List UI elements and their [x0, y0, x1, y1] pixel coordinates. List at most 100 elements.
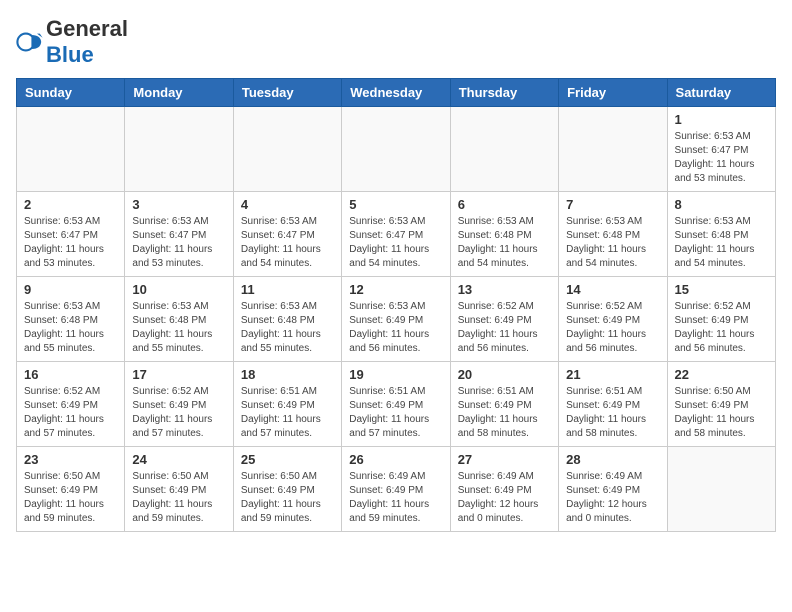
day-header-wednesday: Wednesday [342, 79, 450, 107]
day-info: Sunrise: 6:51 AMSunset: 6:49 PMDaylight:… [458, 385, 551, 441]
day-number: 5 [349, 197, 442, 212]
calendar-table: SundayMondayTuesdayWednesdayThursdayFrid… [16, 78, 776, 532]
day-info: Sunrise: 6:53 AMSunset: 6:47 PMDaylight:… [132, 215, 225, 271]
calendar-cell: 25Sunrise: 6:50 AMSunset: 6:49 PMDayligh… [233, 447, 341, 532]
calendar-week-3: 9 Sunrise: 6:53 AMSunset: 6:48 PMDaylight… [17, 277, 776, 362]
day-number: 1 [675, 112, 768, 127]
calendar-cell: 5 Sunrise: 6:53 AMSunset: 6:47 PMDaylight… [342, 192, 450, 277]
logo-text-blue: Blue [46, 42, 94, 67]
day-number: 10 [132, 282, 225, 297]
day-info: Sunrise: 6:52 AMSunset: 6:49 PMDaylight:… [458, 300, 551, 356]
day-info: Sunrise: 6:53 AMSunset: 6:47 PMDaylight:… [241, 215, 334, 271]
day-number: 19 [349, 367, 442, 382]
calendar-cell: 13 Sunrise: 6:52 AMSunset: 6:49 PMDayligh… [450, 277, 558, 362]
logo-icon [16, 28, 44, 56]
day-number: 28 [566, 452, 659, 467]
day-header-monday: Monday [125, 79, 233, 107]
day-number: 20 [458, 367, 551, 382]
calendar-cell: 6 Sunrise: 6:53 AMSunset: 6:48 PMDaylight… [450, 192, 558, 277]
day-header-thursday: Thursday [450, 79, 558, 107]
logo: General Blue [16, 16, 128, 68]
day-info: Sunrise: 6:53 AMSunset: 6:48 PMDaylight:… [566, 215, 659, 271]
calendar-cell: 22 Sunrise: 6:50 AMSunset: 6:49 PMDayligh… [667, 362, 775, 447]
day-info: Sunrise: 6:53 AMSunset: 6:48 PMDaylight:… [241, 300, 334, 356]
day-number: 2 [24, 197, 117, 212]
day-info: Sunrise: 6:49 AMSunset: 6:49 PMDaylight:… [349, 470, 442, 526]
calendar-cell [342, 107, 450, 192]
day-number: 7 [566, 197, 659, 212]
day-number: 16 [24, 367, 117, 382]
day-number: 14 [566, 282, 659, 297]
calendar-cell: 17 Sunrise: 6:52 AMSunset: 6:49 PMDayligh… [125, 362, 233, 447]
day-number: 23 [24, 452, 117, 467]
calendar-body: 1 Sunrise: 6:53 AMSunset: 6:47 PMDaylight… [17, 107, 776, 532]
calendar-cell [667, 447, 775, 532]
calendar-cell [559, 107, 667, 192]
day-number: 3 [132, 197, 225, 212]
calendar-cell: 28 Sunrise: 6:49 AMSunset: 6:49 PMDayligh… [559, 447, 667, 532]
day-number: 27 [458, 452, 551, 467]
day-info: Sunrise: 6:50 AMSunset: 6:49 PMDaylight:… [132, 470, 225, 526]
calendar-cell: 10 Sunrise: 6:53 AMSunset: 6:48 PMDayligh… [125, 277, 233, 362]
calendar-cell: 21 Sunrise: 6:51 AMSunset: 6:49 PMDayligh… [559, 362, 667, 447]
calendar-week-1: 1 Sunrise: 6:53 AMSunset: 6:47 PMDaylight… [17, 107, 776, 192]
day-info: Sunrise: 6:53 AMSunset: 6:47 PMDaylight:… [24, 215, 117, 271]
day-info: Sunrise: 6:53 AMSunset: 6:48 PMDaylight:… [675, 215, 768, 271]
calendar-week-2: 2 Sunrise: 6:53 AMSunset: 6:47 PMDaylight… [17, 192, 776, 277]
calendar-cell: 8Sunrise: 6:53 AMSunset: 6:48 PMDaylight… [667, 192, 775, 277]
calendar-cell [17, 107, 125, 192]
day-number: 13 [458, 282, 551, 297]
calendar-cell [233, 107, 341, 192]
calendar-cell: 15Sunrise: 6:52 AMSunset: 6:49 PMDayligh… [667, 277, 775, 362]
day-number: 26 [349, 452, 442, 467]
calendar-cell: 11 Sunrise: 6:53 AMSunset: 6:48 PMDayligh… [233, 277, 341, 362]
day-header-tuesday: Tuesday [233, 79, 341, 107]
calendar-cell: 19 Sunrise: 6:51 AMSunset: 6:49 PMDayligh… [342, 362, 450, 447]
day-info: Sunrise: 6:51 AMSunset: 6:49 PMDaylight:… [566, 385, 659, 441]
day-header-sunday: Sunday [17, 79, 125, 107]
day-info: Sunrise: 6:50 AMSunset: 6:49 PMDaylight:… [24, 470, 117, 526]
day-info: Sunrise: 6:53 AMSunset: 6:48 PMDaylight:… [458, 215, 551, 271]
days-header-row: SundayMondayTuesdayWednesdayThursdayFrid… [17, 79, 776, 107]
calendar-cell: 2 Sunrise: 6:53 AMSunset: 6:47 PMDaylight… [17, 192, 125, 277]
day-number: 9 [24, 282, 117, 297]
calendar-cell: 26 Sunrise: 6:49 AMSunset: 6:49 PMDayligh… [342, 447, 450, 532]
day-info: Sunrise: 6:52 AMSunset: 6:49 PMDaylight:… [24, 385, 117, 441]
calendar-cell: 4 Sunrise: 6:53 AMSunset: 6:47 PMDaylight… [233, 192, 341, 277]
day-number: 6 [458, 197, 551, 212]
calendar-cell: 24 Sunrise: 6:50 AMSunset: 6:49 PMDayligh… [125, 447, 233, 532]
day-number: 17 [132, 367, 225, 382]
day-header-saturday: Saturday [667, 79, 775, 107]
calendar-cell: 7 Sunrise: 6:53 AMSunset: 6:48 PMDaylight… [559, 192, 667, 277]
day-number: 11 [241, 282, 334, 297]
day-number: 22 [675, 367, 768, 382]
day-info: Sunrise: 6:52 AMSunset: 6:49 PMDaylight:… [132, 385, 225, 441]
calendar-cell: 20 Sunrise: 6:51 AMSunset: 6:49 PMDayligh… [450, 362, 558, 447]
calendar-cell: 3 Sunrise: 6:53 AMSunset: 6:47 PMDaylight… [125, 192, 233, 277]
calendar-week-5: 23 Sunrise: 6:50 AMSunset: 6:49 PMDayligh… [17, 447, 776, 532]
day-info: Sunrise: 6:51 AMSunset: 6:49 PMDaylight:… [349, 385, 442, 441]
calendar-cell: 18Sunrise: 6:51 AMSunset: 6:49 PMDayligh… [233, 362, 341, 447]
day-number: 24 [132, 452, 225, 467]
calendar-cell: 27Sunrise: 6:49 AMSunset: 6:49 PMDayligh… [450, 447, 558, 532]
day-info: Sunrise: 6:49 AMSunset: 6:49 PMDaylight:… [566, 470, 659, 526]
calendar-cell [450, 107, 558, 192]
day-info: Sunrise: 6:53 AMSunset: 6:49 PMDaylight:… [349, 300, 442, 356]
day-info: Sunrise: 6:52 AMSunset: 6:49 PMDaylight:… [675, 300, 768, 356]
day-number: 21 [566, 367, 659, 382]
day-number: 12 [349, 282, 442, 297]
calendar-cell: 16 Sunrise: 6:52 AMSunset: 6:49 PMDayligh… [17, 362, 125, 447]
day-info: Sunrise: 6:53 AMSunset: 6:47 PMDaylight:… [349, 215, 442, 271]
day-info: Sunrise: 6:53 AMSunset: 6:48 PMDaylight:… [132, 300, 225, 356]
calendar-week-4: 16 Sunrise: 6:52 AMSunset: 6:49 PMDayligh… [17, 362, 776, 447]
day-header-friday: Friday [559, 79, 667, 107]
calendar-cell: 14Sunrise: 6:52 AMSunset: 6:49 PMDayligh… [559, 277, 667, 362]
calendar-cell: 12 Sunrise: 6:53 AMSunset: 6:49 PMDayligh… [342, 277, 450, 362]
day-info: Sunrise: 6:51 AMSunset: 6:49 PMDaylight:… [241, 385, 334, 441]
calendar-cell: 1 Sunrise: 6:53 AMSunset: 6:47 PMDaylight… [667, 107, 775, 192]
day-number: 4 [241, 197, 334, 212]
day-info: Sunrise: 6:50 AMSunset: 6:49 PMDaylight:… [675, 385, 768, 441]
calendar-cell: 9Sunrise: 6:53 AMSunset: 6:48 PMDaylight… [17, 277, 125, 362]
day-number: 25 [241, 452, 334, 467]
day-info: Sunrise: 6:53 AMSunset: 6:47 PMDaylight:… [675, 130, 768, 186]
